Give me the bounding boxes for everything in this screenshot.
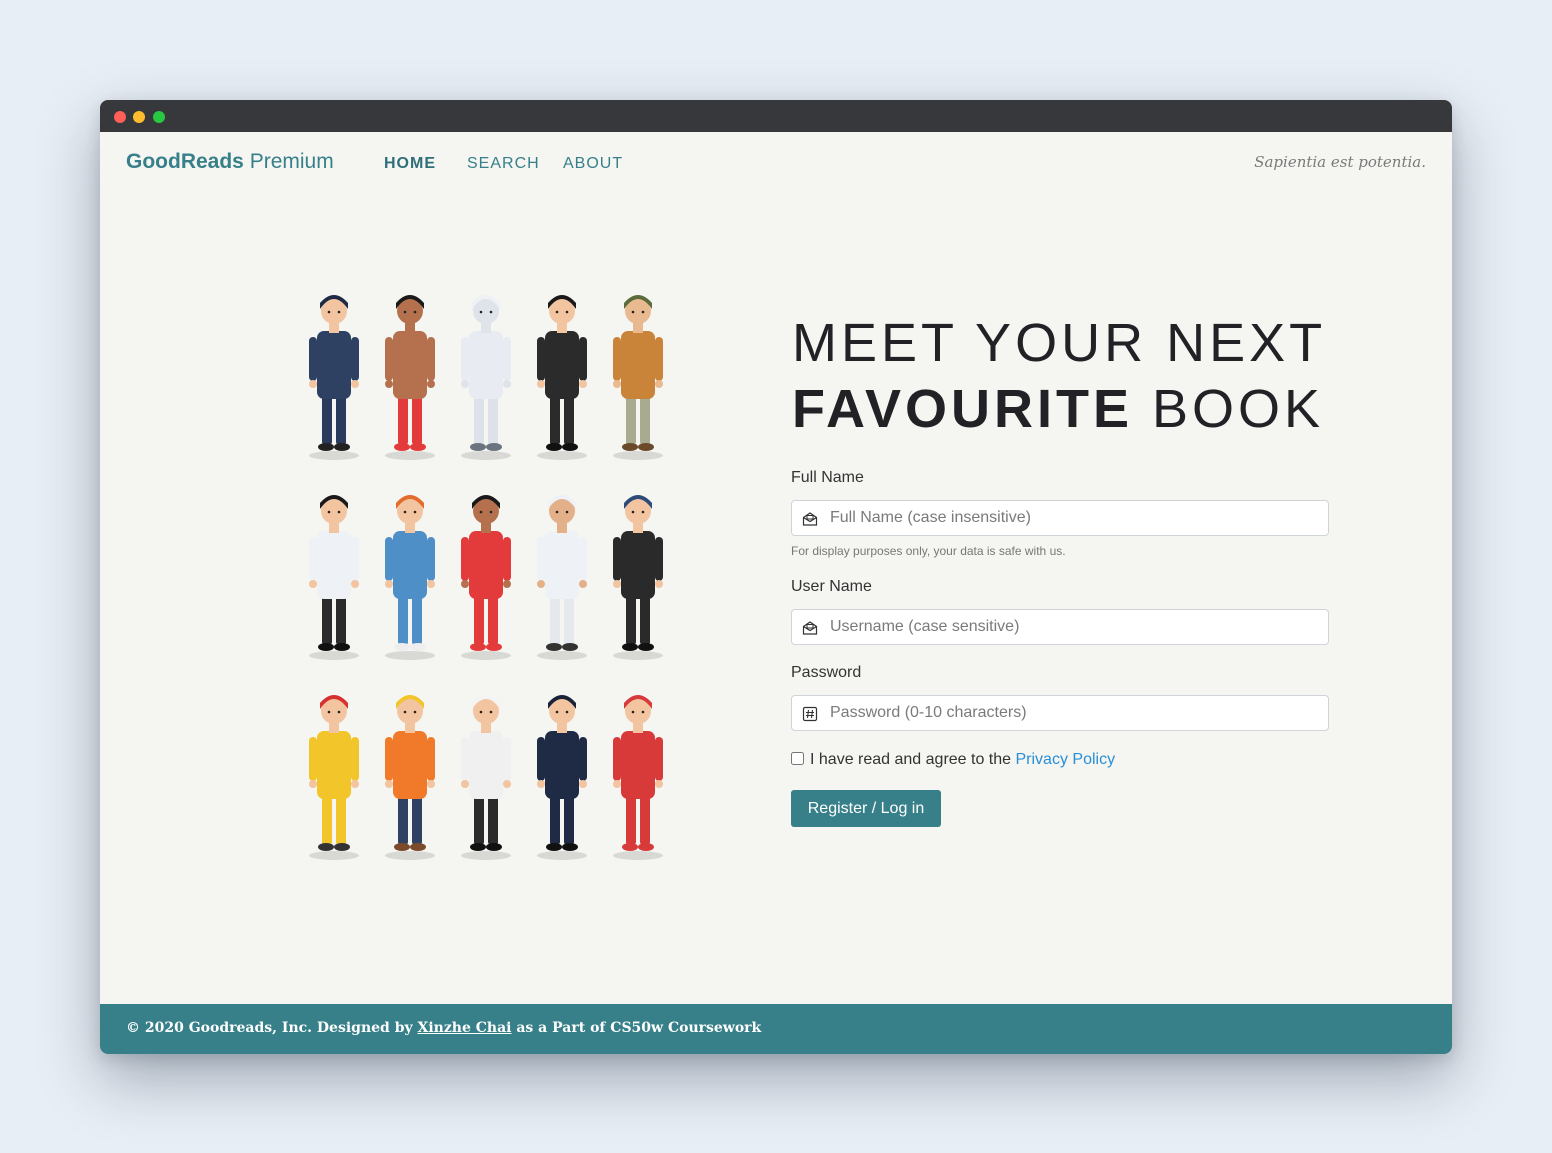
basketball-player-figure: [452, 485, 520, 660]
envelope-open-icon: [802, 512, 818, 526]
privacy-checkbox[interactable]: [791, 752, 804, 765]
password-label: Password: [791, 664, 862, 681]
nav-home[interactable]: HOME: [384, 155, 436, 173]
brand-name: GoodReads: [126, 150, 244, 173]
nav-search[interactable]: SEARCH: [467, 155, 540, 173]
businessman-figure: [528, 285, 596, 460]
boxer-figure: [376, 285, 444, 460]
woman-hijab-figure: [604, 485, 672, 660]
footer-text: © 2020 Goodreads, Inc. Designed by Xinzh…: [126, 1020, 761, 1036]
envelope-open-icon: [802, 621, 818, 635]
username-field[interactable]: [791, 609, 1329, 645]
fullname-hint: For display purposes only, your data is …: [791, 544, 1066, 558]
password-field[interactable]: [791, 695, 1329, 731]
construction-worker-figure: [376, 685, 444, 860]
fullname-label: Full Name: [791, 469, 864, 486]
professions-illustration: [300, 285, 690, 865]
author-link[interactable]: Xinzhe Chai: [418, 1020, 512, 1036]
doctor-figure: [300, 485, 368, 660]
arab-man-figure: [528, 485, 596, 660]
page-heading: MEET YOUR NEXT FAVOURITE BOOK: [792, 310, 1326, 442]
copyright-text: © 2020 Goodreads, Inc. Designed by: [126, 1020, 413, 1036]
astronaut-figure: [452, 285, 520, 460]
privacy-policy-link[interactable]: Privacy Policy: [1016, 751, 1116, 768]
firefighter-figure: [300, 685, 368, 860]
password-input[interactable]: [830, 696, 1310, 730]
fullname-field[interactable]: [791, 500, 1329, 536]
username-input[interactable]: [830, 610, 1310, 644]
register-login-button[interactable]: Register / Log in: [791, 790, 941, 827]
police-officer-figure: [300, 285, 368, 460]
maximize-window-icon[interactable]: [153, 111, 165, 123]
minimize-window-icon[interactable]: [133, 111, 145, 123]
agree-text: I have read and agree to the: [810, 751, 1012, 768]
window-titlebar: [100, 100, 1452, 132]
chef-figure: [452, 685, 520, 860]
close-window-icon[interactable]: [114, 111, 126, 123]
pilot-figure: [528, 685, 596, 860]
privacy-agreement[interactable]: I have read and agree to the Privacy Pol…: [791, 751, 1115, 769]
nurse-figure: [376, 485, 444, 660]
nav-about[interactable]: ABOUT: [563, 155, 623, 173]
coursework-text: as a Part of CS50w Coursework: [516, 1020, 762, 1036]
heading-bold-word: FAVOURITE: [792, 379, 1134, 439]
soldier-figure: [604, 285, 672, 460]
brand-suffix: Premium: [249, 150, 334, 173]
username-label: User Name: [791, 578, 872, 595]
site-motto: Sapientia est potentia.: [1254, 153, 1426, 171]
heading-line-2: FAVOURITE BOOK: [792, 376, 1326, 442]
brand-logo[interactable]: GoodReads Premium: [126, 150, 334, 174]
heading-last-word: BOOK: [1152, 379, 1325, 439]
browser-window: GoodReads Premium HOME SEARCH ABOUT Sapi…: [100, 100, 1452, 1054]
footer: © 2020 Goodreads, Inc. Designed by Xinzh…: [100, 1004, 1452, 1054]
hash-icon: [802, 706, 818, 722]
heading-line-1: MEET YOUR NEXT: [792, 313, 1327, 373]
flight-attendant-figure: [604, 685, 672, 860]
fullname-input[interactable]: [830, 501, 1310, 535]
